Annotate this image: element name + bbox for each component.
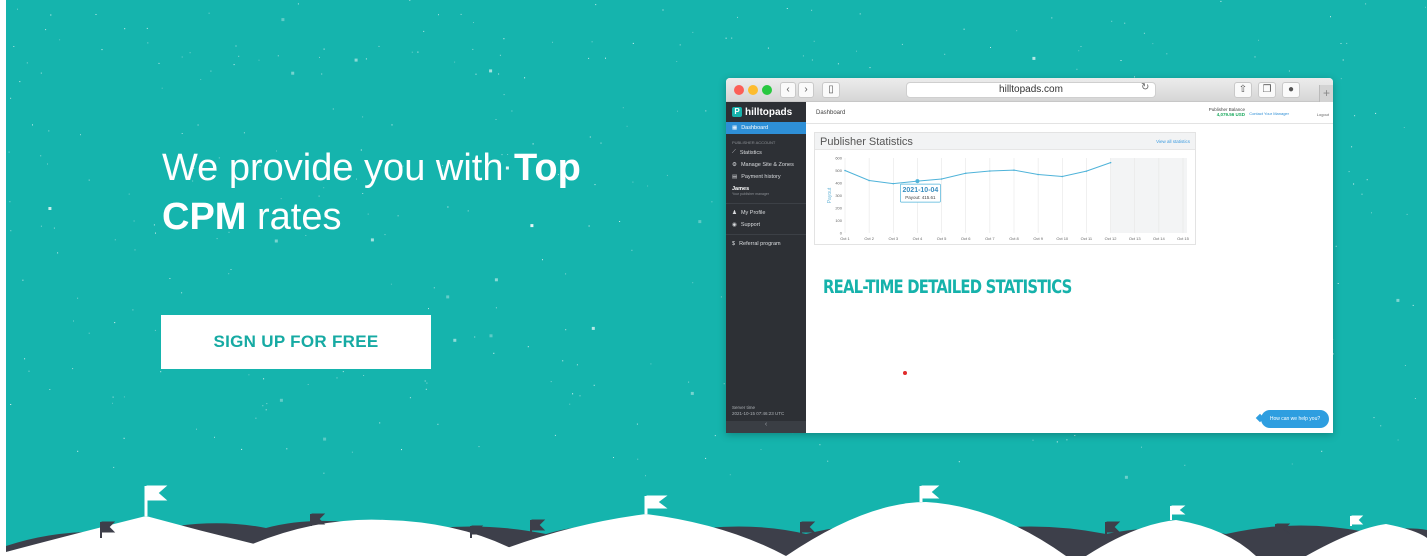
- y-tick-label: 100: [835, 218, 842, 223]
- view-all-statistics-link: View all statistics: [1156, 139, 1190, 144]
- payout-point: [964, 172, 967, 175]
- cursor-dot: [903, 371, 907, 375]
- x-tick-label: Oct 4: [913, 236, 923, 241]
- payout-point: [989, 170, 991, 172]
- x-tick-label: Oct 15: [1177, 236, 1190, 241]
- sidebar-item-profile: ♟ My Profile: [732, 210, 766, 216]
- x-tick-label: Oct 7: [985, 236, 995, 241]
- chart-icon: ⟋: [732, 149, 736, 155]
- hilltopads-logo: Philltopads: [726, 102, 806, 122]
- payout-point: [1061, 175, 1064, 178]
- realtime-statistics-heading: REAL-TIME DETAILED STATISTICS: [823, 276, 1072, 298]
- gear-icon: ⚙: [732, 162, 737, 168]
- chevron-left-icon: ‹: [780, 82, 796, 98]
- support-icon: ◉: [732, 222, 737, 228]
- y-tick-label: 0: [840, 231, 843, 236]
- share-icon: ⇧: [1234, 82, 1252, 98]
- hero-headline: We provide you with Top CPM rates: [162, 147, 581, 238]
- logout-link: Logout: [1316, 112, 1329, 117]
- sidebar-collapse-icon: ‹: [726, 421, 806, 433]
- x-tick-label: Oct 10: [1056, 236, 1069, 241]
- y-tick-label: 400: [835, 181, 842, 186]
- x-tick-label: Oct 5: [937, 236, 947, 241]
- new-tab-icon: +: [1319, 85, 1333, 102]
- browser-url-bar: hilltopads.com: [906, 82, 1156, 98]
- chevron-right-icon: ›: [798, 82, 814, 98]
- payout-point: [940, 178, 943, 180]
- sidebar-manager: James Your publisher manager: [732, 186, 770, 196]
- card-icon: ▤: [732, 174, 738, 180]
- dashboard-topbar: Dashboard Publisher Balance 4,079.56 USD …: [806, 102, 1333, 124]
- sidebar-item-manage: ⚙ Manage Site & Zones: [732, 162, 794, 168]
- x-tick-label: Oct 3: [889, 236, 899, 241]
- payout-point: [1013, 169, 1015, 171]
- mountain-flags-decoration: [6, 485, 1427, 556]
- sidebar-item-dashboard: ▦ Dashboard: [726, 122, 806, 134]
- sidebar-item-payments: ▤ Payment history: [732, 174, 781, 180]
- contact-manager-link: Contact Your Manager: [1249, 111, 1289, 116]
- minimize-window-dot: [748, 85, 758, 95]
- publisher-balance: Publisher Balance 4,079.56 USD: [1208, 107, 1245, 117]
- y-axis-label: Payout: [827, 187, 833, 203]
- x-tick-label: Oct 9: [1033, 236, 1043, 241]
- x-tick-label: Oct 8: [1009, 236, 1019, 241]
- y-tick-label: 600: [835, 156, 842, 161]
- x-tick-label: Oct 6: [961, 236, 971, 241]
- chat-bubble: How can we help you?: [1261, 410, 1329, 428]
- sidebar-icon: ▯: [822, 82, 840, 98]
- dashboard-sidebar: Philltopads ▦ Dashboard PUBLISHER ACCOUNT…: [726, 102, 806, 433]
- tooltip-date: 2021-10-04: [903, 187, 939, 194]
- sign-up-button[interactable]: SIGN UP FOR FREE: [161, 315, 431, 369]
- payout-point: [1085, 170, 1088, 172]
- sidebar-item-referral: $ Referral program: [732, 241, 781, 247]
- y-tick-label: 500: [835, 168, 842, 173]
- server-time: Server time 2021-10-15 07:46:23 UTC: [732, 405, 785, 416]
- tooltip-marker: [915, 179, 920, 184]
- x-tick-label: Oct 13: [1129, 236, 1142, 241]
- sidebar-item-statistics: ⟋ Statistics: [732, 149, 762, 156]
- payout-point: [844, 169, 846, 172]
- x-tick-label: Oct 14: [1153, 236, 1166, 241]
- x-tick-label: Oct 12: [1105, 236, 1118, 241]
- payout-point: [892, 182, 895, 185]
- tooltip-value: Payout: 415.61: [905, 195, 936, 200]
- payout-series-line: [844, 162, 1111, 185]
- x-tick-label: Oct 2: [864, 236, 874, 241]
- browser-toolbar: ‹ › ▯ hilltopads.com ↻ ⇧ ❐ ● +: [726, 78, 1333, 102]
- chart-future-region: [1110, 158, 1187, 233]
- tabs-icon: ❐: [1258, 82, 1276, 98]
- close-window-dot: [734, 85, 744, 95]
- x-tick-label: Oct 1: [840, 236, 850, 241]
- payout-point: [1037, 173, 1039, 176]
- publisher-statistics-panel: Publisher Statistics View all statistics…: [814, 132, 1196, 245]
- dashboard-page-title: Dashboard: [816, 110, 846, 116]
- download-icon: ●: [1282, 82, 1300, 98]
- maximize-window-dot: [762, 85, 772, 95]
- sidebar-section-label: PUBLISHER ACCOUNT: [732, 140, 776, 145]
- dollar-icon: $: [732, 241, 736, 247]
- statistics-title: Publisher Statistics: [820, 136, 913, 148]
- user-icon: ♟: [732, 210, 737, 216]
- grid-icon: ▦: [732, 125, 738, 131]
- payout-line-chart: Oct 1 Oct 2 Oct 3 Oct 4 Oct 5 Oct 6 Oct 7 Oct 8…: [827, 156, 1190, 242]
- x-tick-label: Oct 11: [1081, 236, 1093, 241]
- payout-point: [1109, 161, 1112, 164]
- hero-section: We provide you with Top CPM rates SIGN UP…: [6, 0, 1427, 556]
- reload-icon: ↻: [1141, 82, 1150, 93]
- payout-point: [868, 179, 870, 182]
- browser-mockup: ‹ › ▯ hilltopads.com ↻ ⇧ ❐ ● + Philltopa…: [726, 78, 1333, 433]
- sidebar-item-support: ◉ Support: [732, 222, 761, 228]
- y-tick-label: 300: [835, 193, 842, 198]
- y-tick-label: 200: [835, 206, 842, 211]
